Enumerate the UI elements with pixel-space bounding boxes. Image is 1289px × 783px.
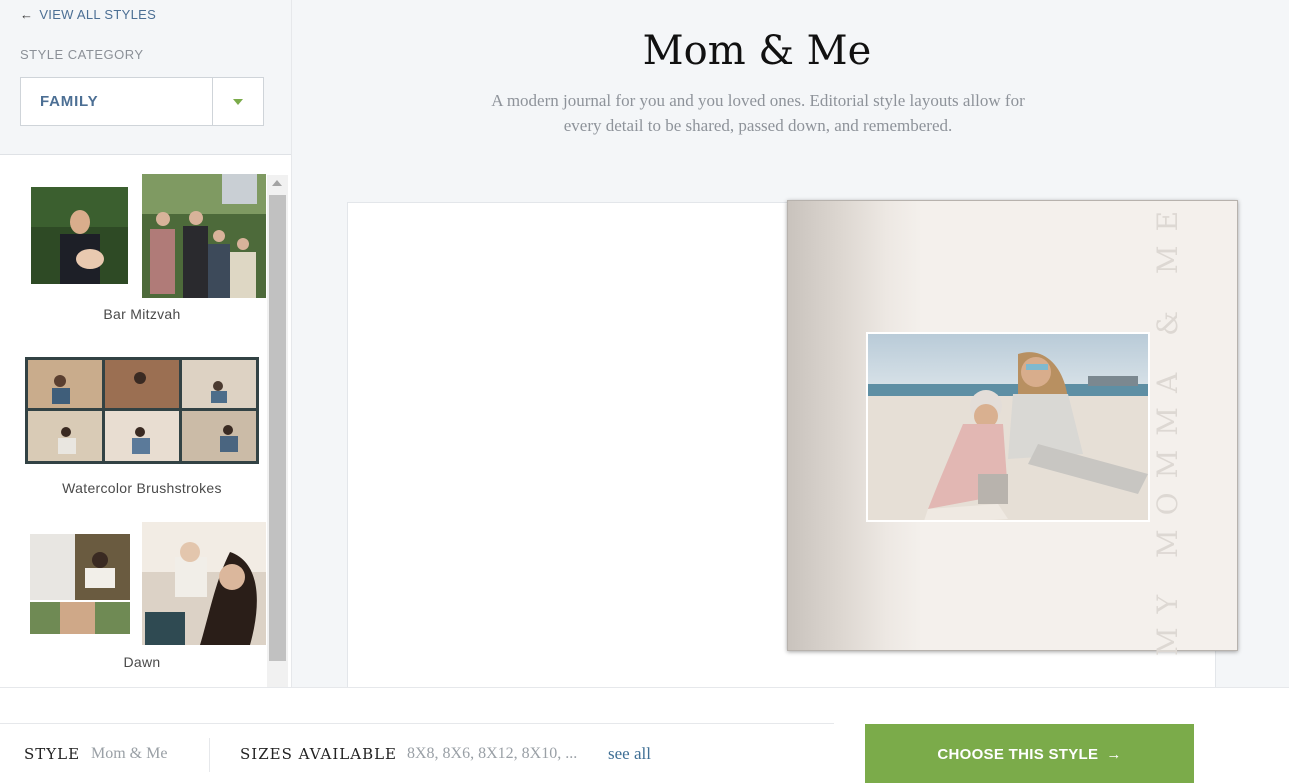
style-name: Watercolor Brushstrokes — [62, 480, 222, 496]
style-item-watercolor-brushstrokes[interactable]: Watercolor Brushstrokes — [0, 356, 267, 506]
choose-this-style-button[interactable]: CHOOSE THIS STYLE → — [865, 724, 1194, 783]
cover-title-vertical: MY MOMMA & ME — [1118, 196, 1218, 655]
style-value: Mom & Me — [91, 745, 168, 762]
style-category-value: FAMILY — [40, 93, 99, 110]
cover-title-text: MY MOMMA & ME — [1151, 196, 1185, 656]
choose-this-style-label: CHOOSE THIS STYLE — [937, 745, 1099, 763]
style-name: Bar Mitzvah — [103, 306, 181, 322]
footer-bar: STYLE Mom & Me SIZES AVAILABLE 8X8, 8X6,… — [0, 687, 1289, 783]
see-all-sizes-link[interactable]: see all — [608, 744, 651, 764]
style-list: Bar Mitzvah Watercolor Brushstrokes Dawn — [0, 156, 267, 687]
sizes-available-label: SIZES AVAILABLE — [240, 745, 398, 763]
cover-photo — [866, 332, 1150, 522]
dawn-thumbnail — [30, 522, 266, 645]
chevron-down-icon — [233, 98, 243, 105]
style-category-label: STYLE CATEGORY — [20, 47, 144, 62]
style-description: A modern journal for you and you loved o… — [491, 91, 1025, 135]
page-title: Mom & Me — [642, 28, 872, 74]
arrow-left-icon: ← — [20, 7, 34, 22]
arrow-right-icon: → — [1106, 745, 1122, 763]
watercolor-brushstrokes-thumbnail — [25, 357, 259, 464]
view-all-styles-label: VIEW ALL STYLES — [39, 7, 157, 22]
book-cover: MY MOMMA & ME — [787, 196, 1238, 656]
style-sidebar: ← VIEW ALL STYLES STYLE CATEGORY FAMILY — [0, 0, 292, 687]
footer-divider — [209, 738, 210, 772]
sidebar-scrollbar[interactable] — [267, 175, 288, 687]
view-all-styles-link[interactable]: ← VIEW ALL STYLES — [20, 7, 156, 22]
scrollbar-thumb[interactable] — [269, 195, 286, 661]
sidebar-header: ← VIEW ALL STYLES STYLE CATEGORY FAMILY — [0, 0, 291, 155]
dropdown-toggle[interactable] — [212, 78, 263, 125]
bar-mitzvah-thumbnail — [31, 174, 266, 298]
style-preview-panel: Mom & Me A modern journal for you and yo… — [292, 0, 1289, 688]
style-item-dawn[interactable]: Dawn — [0, 522, 267, 672]
style-item-bar-mitzvah[interactable]: Bar Mitzvah — [0, 174, 267, 324]
style-name: Dawn — [123, 654, 161, 670]
style-category-select[interactable]: FAMILY — [20, 77, 264, 126]
mother-daughter-beach-photo — [868, 334, 1148, 520]
sizes-available-value: 8X8, 8X6, 8X12, 8X10, ... — [407, 745, 578, 762]
style-label: STYLE — [24, 745, 81, 763]
style-summary: STYLE Mom & Me SIZES AVAILABLE 8X8, 8X6,… — [0, 724, 834, 783]
scroll-up-icon[interactable] — [272, 180, 282, 186]
